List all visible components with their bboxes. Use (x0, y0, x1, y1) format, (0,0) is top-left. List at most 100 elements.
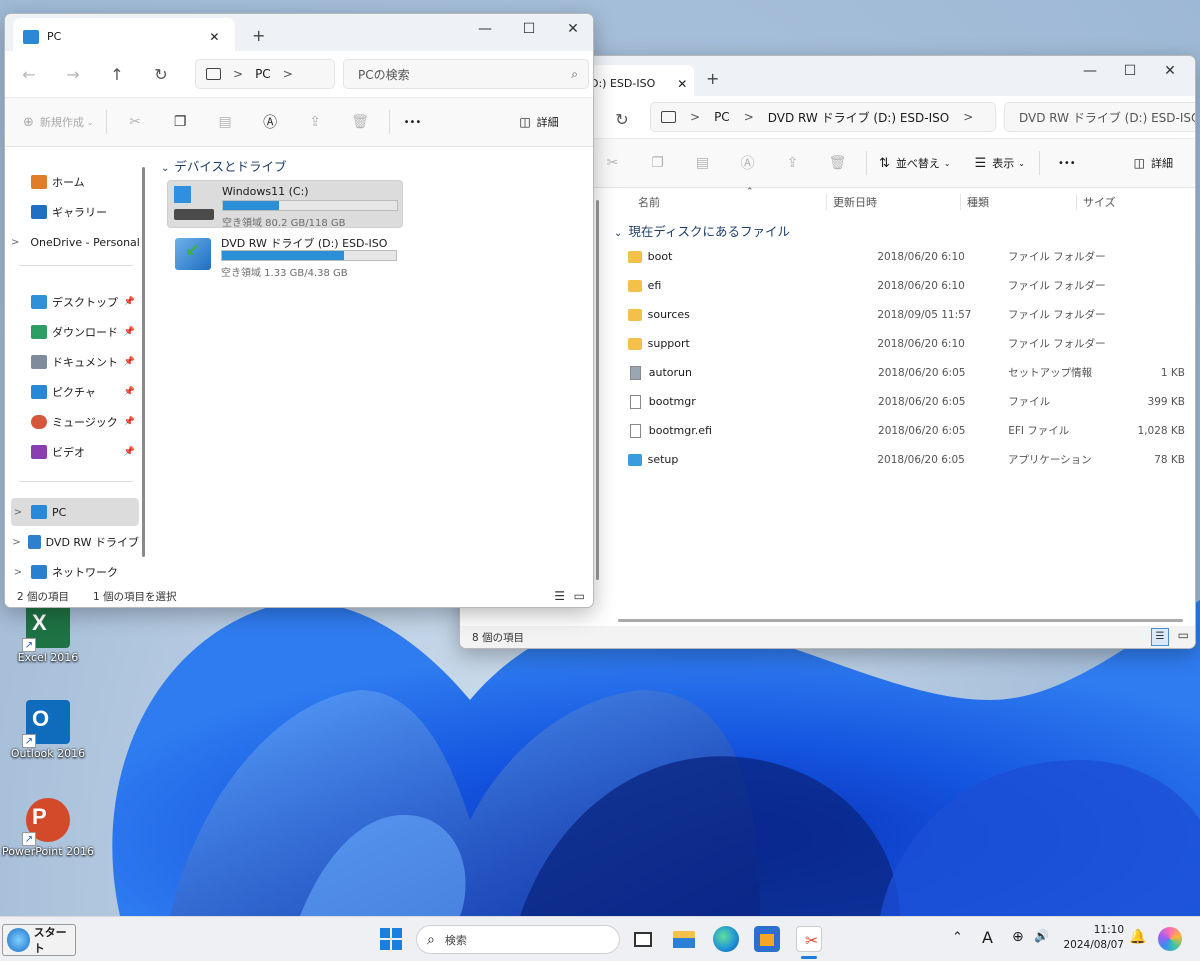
drive-c[interactable]: Windows11 (C:) 空き領域 80.2 GB/118 GB (167, 180, 403, 229)
taskbar-search[interactable]: ⌕ 検索 (416, 925, 620, 954)
sidebar-item-music[interactable]: ミュージック 📌 (11, 408, 139, 436)
edge-icon[interactable] (713, 926, 739, 952)
tab-close-icon[interactable]: ✕ (209, 30, 219, 44)
details-view-icon[interactable]: ☰ (554, 589, 565, 603)
paste-icon[interactable]: ▤ (203, 114, 248, 130)
address-bar[interactable]: > PC > DVD RW ドライブ (D:) ESD-ISO > (650, 102, 996, 132)
details-button[interactable]: ◫ 詳細 (519, 114, 558, 130)
snipping-tool-icon[interactable]: ✂ (796, 926, 822, 952)
sidebar-item-home[interactable]: ホーム (11, 168, 139, 196)
share-icon[interactable]: ⇪ (770, 155, 815, 171)
notification-bell-icon[interactable]: 🔔 (1129, 929, 1146, 945)
details-view-icon[interactable]: ☰ (1151, 628, 1169, 646)
breadcrumb-pc[interactable]: PC (714, 110, 730, 124)
file-explorer-icon[interactable] (671, 926, 697, 952)
column-type[interactable]: 種類 (960, 194, 1076, 210)
sidebar-scrollbar[interactable] (142, 167, 145, 557)
pin-icon[interactable]: 📌 (124, 357, 135, 367)
ime-indicator[interactable]: A (982, 928, 993, 947)
file-row[interactable]: bootmgr 2018/06/20 6:05 ファイル 399 KB (620, 387, 1185, 416)
copy-icon[interactable]: ❐ (635, 155, 680, 171)
copilot-icon[interactable] (1158, 927, 1182, 951)
sidebar-item-videos[interactable]: ビデオ 📌 (11, 438, 139, 466)
column-date[interactable]: 更新日時 (826, 194, 960, 210)
sidebar-item-pc[interactable]: > PC (11, 498, 139, 526)
rename-icon[interactable]: Ⓐ (248, 112, 293, 132)
drive-d[interactable]: ↙ DVD RW ドライブ (D:) ESD-ISO 空き領域 1.33 GB/… (167, 231, 403, 279)
column-name[interactable]: 名前 (600, 194, 826, 210)
sidebar-item-pictures[interactable]: ピクチャ 📌 (11, 378, 139, 406)
sidebar-item-documents[interactable]: ドキュメント 📌 (11, 348, 139, 376)
new-tab-button[interactable]: + (706, 69, 719, 88)
file-row[interactable]: support 2018/06/20 6:10 ファイル フォルダー (620, 329, 1185, 358)
cut-icon[interactable]: ✂ (590, 155, 635, 171)
pin-icon[interactable]: 📌 (124, 447, 135, 457)
file-row[interactable]: bootmgr.efi 2018/06/20 6:05 EFI ファイル 1,028 … (620, 416, 1185, 445)
tiles-view-icon[interactable]: ▭ (574, 589, 585, 603)
minimize-button[interactable]: — (1070, 56, 1110, 86)
back-icon[interactable]: ← (7, 65, 51, 84)
sidebar-item-dvd[interactable]: > DVD RW ドライブ (11, 528, 139, 556)
sidebar-item-network[interactable]: > ネットワーク (11, 558, 139, 586)
section-header[interactable]: ⌄ デバイスとドライブ (161, 156, 287, 175)
content-scrollbar[interactable] (596, 200, 599, 580)
start-button[interactable]: スタート (2, 924, 76, 956)
desktop-icon-outlook[interactable]: O ↗ Outlook 2016 (0, 700, 96, 760)
chevron-up-icon[interactable]: ⌃ (952, 930, 963, 945)
pin-icon[interactable]: 📌 (124, 327, 135, 337)
sidebar-item-downloads[interactable]: ダウンロード 📌 (11, 318, 139, 346)
pin-icon[interactable]: 📌 (124, 417, 135, 427)
column-size[interactable]: サイズ (1076, 194, 1146, 210)
details-button[interactable]: ◫ 詳細 (1134, 155, 1173, 171)
file-row[interactable]: autorun 2018/06/20 6:05 セットアップ情報 1 KB (620, 358, 1185, 387)
sidebar-item-gallery[interactable]: ギャラリー (11, 198, 139, 226)
file-row[interactable]: efi 2018/06/20 6:10 ファイル フォルダー (620, 271, 1185, 300)
sidebar-item-desktop[interactable]: デスクトップ 📌 (11, 288, 139, 316)
group-header[interactable]: ⌄ 現在ディスクにあるファイル (614, 221, 790, 240)
tiles-view-icon[interactable]: ▭ (1178, 628, 1189, 642)
scroll-track[interactable] (618, 619, 1183, 622)
tab-pc[interactable]: PC ✕ (13, 18, 235, 55)
copy-icon[interactable]: ❐ (158, 114, 203, 130)
search-input[interactable]: PCの検索 ⌕ (343, 59, 589, 89)
more-button[interactable]: ••• (404, 117, 422, 128)
task-view-icon[interactable] (630, 926, 656, 952)
refresh-icon[interactable]: ↻ (600, 110, 644, 129)
volume-icon[interactable]: 🔊 (1034, 929, 1049, 943)
paste-icon[interactable]: ▤ (680, 155, 725, 171)
store-icon[interactable] (754, 926, 780, 952)
breadcrumb-dvd[interactable]: DVD RW ドライブ (D:) ESD-ISO (768, 109, 949, 126)
close-button[interactable]: ✕ (553, 14, 593, 44)
search-input[interactable]: DVD RW ドライブ (D:) ESD-ISOの (1004, 102, 1195, 132)
address-bar[interactable]: > PC > (195, 59, 335, 89)
maximize-button[interactable]: ☐ (1110, 56, 1150, 86)
new-tab-button[interactable]: + (252, 26, 265, 45)
clock[interactable]: 11:10 2024/08/07 (1062, 923, 1124, 953)
desktop-icon-excel[interactable]: X ↗ Excel 2016 (0, 604, 96, 664)
view-button[interactable]: ☰ 表示 ⌄ (975, 155, 1025, 171)
share-icon[interactable]: ⇪ (293, 114, 338, 130)
minimize-button[interactable]: — (465, 14, 505, 44)
sort-button[interactable]: ⇅ 並べ替え ⌄ (879, 155, 951, 171)
delete-icon[interactable]: 🗑 (338, 114, 383, 130)
file-row[interactable]: boot 2018/06/20 6:10 ファイル フォルダー (620, 242, 1185, 271)
delete-icon[interactable]: 🗑 (815, 155, 860, 171)
desktop-icon-powerpoint[interactable]: P ↗ PowerPoint 2016 (0, 798, 96, 858)
pin-icon[interactable]: 📌 (124, 297, 135, 307)
up-icon[interactable]: ↑ (95, 65, 139, 84)
file-row[interactable]: sources 2018/09/05 11:57 ファイル フォルダー (620, 300, 1185, 329)
more-button[interactable]: ••• (1058, 158, 1076, 169)
refresh-icon[interactable]: ↻ (139, 65, 183, 84)
maximize-button[interactable]: ☐ (509, 14, 549, 44)
forward-icon[interactable]: → (51, 65, 95, 84)
windows-logo-icon[interactable] (378, 926, 404, 952)
file-row[interactable]: setup 2018/06/20 6:05 アプリケーション 78 KB (620, 445, 1185, 474)
rename-icon[interactable]: Ⓐ (725, 153, 770, 173)
sidebar-item-onedrive[interactable]: > OneDrive - Personal (11, 228, 139, 256)
tab-close-icon[interactable]: ✕ (677, 77, 687, 91)
pin-icon[interactable]: 📌 (124, 387, 135, 397)
cut-icon[interactable]: ✂ (113, 114, 158, 130)
close-button[interactable]: ✕ (1150, 56, 1190, 86)
breadcrumb-pc[interactable]: PC (255, 67, 271, 81)
network-icon[interactable]: ⊕ (1012, 929, 1024, 945)
